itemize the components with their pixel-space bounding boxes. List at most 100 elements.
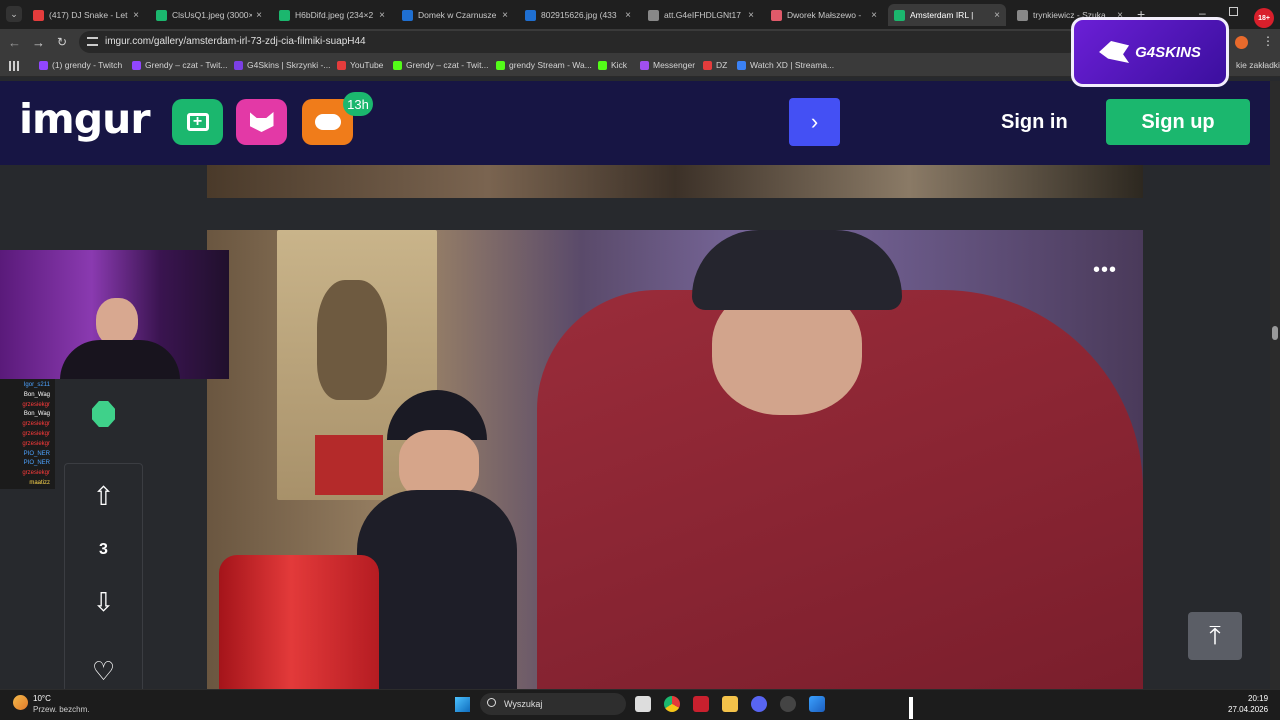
bookmark-item[interactable]: G4Skins | Skrzynki -... xyxy=(234,60,330,70)
clock-date[interactable]: 27.04.2026 xyxy=(1228,705,1268,714)
bookmark-item[interactable]: (1) grendy - Twitch xyxy=(39,60,122,70)
close-tab-icon[interactable]: × xyxy=(133,10,139,21)
close-tab-icon[interactable]: × xyxy=(379,10,385,21)
restore-button[interactable] xyxy=(1229,7,1238,16)
chat-username: PIO_NER xyxy=(23,450,50,457)
imgur-logo[interactable]: imgur xyxy=(19,95,151,143)
tab-favicon-icon xyxy=(771,9,782,21)
tab-search-button[interactable]: ⌄ xyxy=(6,6,22,22)
weather-temperature[interactable]: 10°C xyxy=(33,694,51,703)
adobe-icon[interactable] xyxy=(693,696,709,712)
bookmark-item[interactable]: Watch XD | Streama... xyxy=(737,60,834,70)
chat-username: grzesiekgr xyxy=(22,421,50,428)
tab-favicon-icon xyxy=(1017,9,1028,21)
close-tab-icon[interactable]: × xyxy=(994,10,1000,21)
page-scrollbar[interactable] xyxy=(1270,81,1280,689)
chat-username: grzesiekgr xyxy=(22,401,50,408)
browser-tab[interactable]: Domek w Czarnusze × xyxy=(396,4,514,26)
bookmark-label: Kick xyxy=(611,60,628,70)
browser-tab[interactable]: ClsUsQ1.jpeg (3000× × xyxy=(150,4,268,26)
sign-up-button[interactable]: Sign up xyxy=(1106,99,1250,145)
weather-description[interactable]: Przew. bezchm. xyxy=(33,705,89,714)
bookmark-item[interactable]: Grendy – czat - Twit... xyxy=(132,60,228,70)
discord-icon[interactable] xyxy=(751,696,767,712)
browser-tab[interactable]: (417) DJ Snake - Let × xyxy=(27,4,145,26)
downvote-icon[interactable]: ⇩ xyxy=(89,587,118,617)
file-explorer-icon[interactable] xyxy=(722,696,738,712)
bookmark-item[interactable]: Messenger xyxy=(640,60,695,70)
taskbar-search[interactable] xyxy=(480,693,626,715)
bookmark-favicon-icon xyxy=(132,60,141,70)
site-info-icon[interactable] xyxy=(87,37,98,46)
browser-tab[interactable]: att.G4eIFHDLGNt17 × xyxy=(642,4,760,26)
search-icon xyxy=(487,698,496,707)
photos-icon[interactable] xyxy=(809,696,825,712)
g4skins-overlay: G4SKINS xyxy=(1071,17,1229,87)
bookmark-favicon-icon xyxy=(39,60,48,70)
upvote-icon[interactable]: ⇧ xyxy=(89,481,118,511)
obs-icon[interactable] xyxy=(780,696,796,712)
clock-time[interactable]: 20:19 xyxy=(1248,694,1268,703)
extension-icon[interactable] xyxy=(1235,36,1248,49)
chat-username: PIO_NER xyxy=(23,460,50,467)
chrome-icon[interactable] xyxy=(664,696,680,712)
bookmark-item[interactable]: DZ xyxy=(703,60,727,70)
task-view-icon[interactable] xyxy=(635,696,651,712)
url-text[interactable]: imgur.com/gallery/amsterdam-irl-73-zdj-c… xyxy=(105,36,366,47)
heart-icon[interactable]: ♡ xyxy=(89,656,118,686)
reload-button[interactable]: ↻ xyxy=(57,35,67,49)
bookmark-label: Grendy – czat - Twit... xyxy=(406,60,489,70)
close-tab-icon[interactable]: × xyxy=(502,10,508,21)
taskbar-white-bar xyxy=(909,697,913,719)
tab-favicon-icon xyxy=(525,9,536,21)
bookmark-label: Messenger xyxy=(653,60,696,70)
man-in-red-hoodie xyxy=(537,230,1143,689)
bookmark-item[interactable]: Kick xyxy=(598,60,627,70)
tab-title: Domek w Czarnusze xyxy=(418,10,497,20)
start-windows-icon[interactable] xyxy=(455,697,470,712)
more-options-icon[interactable]: ••• xyxy=(1093,259,1117,282)
close-tab-icon[interactable]: × xyxy=(748,10,754,21)
bookmark-item[interactable]: YouTube xyxy=(337,60,383,70)
profile-badge[interactable]: 18+ xyxy=(1254,8,1274,28)
menu-kebab-icon[interactable]: ⋮ xyxy=(1262,34,1274,48)
chevron-right-icon: › xyxy=(810,109,819,134)
meme-generator-button[interactable] xyxy=(236,99,287,145)
emerald-icon[interactable] xyxy=(92,401,115,427)
browser-tab[interactable]: H6bDifd.jpeg (234×2 × xyxy=(273,4,391,26)
bookmarks-overflow[interactable]: kie zakładki xyxy=(1236,60,1280,70)
vote-count: 3 xyxy=(99,541,108,558)
bookmark-item[interactable]: Grendy – czat - Twit... xyxy=(393,60,489,70)
tab-favicon-icon xyxy=(279,9,290,21)
bookmark-label: G4Skins | Skrzynki -... xyxy=(247,60,331,70)
bookmark-label: grendy Stream - Wa... xyxy=(509,60,592,70)
tab-favicon-icon xyxy=(156,9,167,21)
browser-tab[interactable]: 802915626.jpg (433 × xyxy=(519,4,637,26)
browser-tab[interactable]: Amsterdam IRL | × xyxy=(888,4,1006,26)
close-tab-icon[interactable]: × xyxy=(256,10,262,21)
weather-icon[interactable] xyxy=(13,695,28,710)
next-post-button[interactable]: › xyxy=(789,98,840,146)
bookmark-favicon-icon xyxy=(337,60,346,70)
close-tab-icon[interactable]: × xyxy=(625,10,631,21)
man-in-black-cap xyxy=(357,390,517,689)
forward-button[interactable]: → xyxy=(32,35,45,50)
wolf-logo-icon xyxy=(1099,41,1130,63)
bookmark-favicon-icon xyxy=(737,60,746,70)
close-tab-icon[interactable]: × xyxy=(871,10,877,21)
cola-can xyxy=(219,555,379,689)
sign-in-link[interactable]: Sign in xyxy=(1001,111,1068,134)
taskbar-search-label: Wyszukaj xyxy=(504,699,543,709)
chat-username: Igor_s211 xyxy=(23,382,50,388)
apps-grid-icon[interactable] xyxy=(9,61,19,71)
scroll-to-top-button[interactable]: ⤒ xyxy=(1188,612,1242,660)
tab-title: 802915626.jpg (433 xyxy=(541,10,617,20)
scrollbar-thumb[interactable] xyxy=(1272,326,1278,340)
chat-username: grzesiekgr xyxy=(22,470,50,477)
new-post-button[interactable]: + xyxy=(172,99,223,145)
bookmark-favicon-icon xyxy=(598,60,607,70)
browser-tab[interactable]: Dworek Małszewo - × xyxy=(765,4,883,26)
bookmark-favicon-icon xyxy=(393,60,402,70)
back-button[interactable]: ← xyxy=(8,35,21,50)
bookmark-item[interactable]: grendy Stream - Wa... xyxy=(496,60,592,70)
